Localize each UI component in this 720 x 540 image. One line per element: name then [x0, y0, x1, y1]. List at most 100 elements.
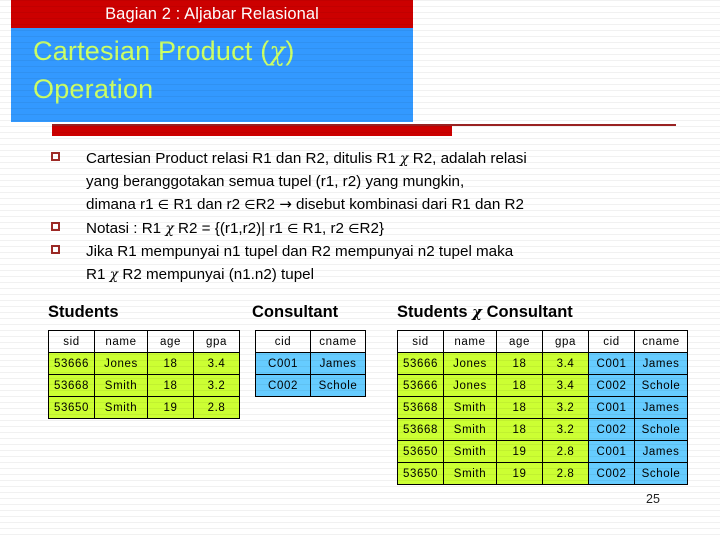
text-run: Notasi : R1 — [86, 219, 166, 237]
text-run: R2 = {(r1,r2)| r1 — [173, 219, 288, 237]
column-header-cid: cid — [588, 330, 635, 353]
chi-icon: χ — [165, 220, 174, 237]
column-header-cname: cname — [634, 330, 688, 353]
table-cell: James — [634, 352, 688, 375]
table-cell: 53666 — [48, 352, 95, 375]
table-cell: 19 — [496, 440, 543, 463]
consultant-table-caption: Consultant — [252, 303, 339, 321]
table-cell: Smith — [443, 462, 497, 485]
page-number: 25 — [646, 492, 660, 506]
section-header-bar: Bagian 2 : Aljabar Relasional — [11, 0, 413, 28]
element-of-icon: ∈ — [287, 221, 299, 237]
arrow-right-icon: → — [279, 195, 292, 213]
product-table-caption: Students χ Consultant — [397, 303, 573, 322]
table-cell: C002 — [588, 462, 635, 485]
bullet-square-icon — [51, 152, 60, 161]
column-header-age: age — [147, 330, 194, 353]
table-cell: 19 — [496, 462, 543, 485]
table-row: 53666 Jones 18 3.4 — [48, 352, 240, 375]
text-run: disebut kombinasi dari R1 dan R2 — [291, 196, 524, 213]
text-run: R1 — [86, 265, 110, 283]
table-cell: 18 — [496, 418, 543, 441]
table-cell: 53668 — [397, 418, 444, 441]
column-header-age: age — [496, 330, 543, 353]
text-run: yang beranggotakan semua tupel (r1, r2) … — [86, 172, 465, 190]
column-header-name: name — [94, 330, 148, 353]
table-cell: 3.4 — [542, 374, 589, 397]
column-header-cid: cid — [255, 330, 311, 353]
element-of-icon: ∈ — [157, 198, 170, 213]
table-cell: Smith — [443, 418, 497, 441]
table-header-row: cid cname — [255, 330, 366, 353]
table-cell: C001 — [588, 396, 635, 419]
table-row: 53668 Smith 18 3.2 C002 Schole — [397, 418, 688, 441]
table-cell: 3.4 — [193, 352, 240, 375]
table-cell: 53650 — [48, 396, 95, 419]
table-cell: 18 — [496, 374, 543, 397]
bullet-item: Jika R1 mempunyai n1 tupel dan R2 mempun… — [48, 241, 694, 286]
table-row: 53650 Smith 19 2.8 — [48, 396, 240, 419]
page-title-line1-end: ) — [285, 36, 295, 66]
table-header-row: sid name age gpa cid cname — [397, 330, 688, 353]
table-cell: 3.2 — [193, 374, 240, 397]
chi-icon: χ — [472, 303, 483, 321]
table-cell: Schole — [634, 374, 688, 397]
column-header-gpa: gpa — [193, 330, 240, 353]
bullet-list: Cartesian Product relasi R1 dan R2, ditu… — [48, 148, 694, 286]
table-cell: Schole — [310, 374, 366, 397]
chi-icon: χ — [109, 266, 119, 283]
product-caption-right: Consultant — [482, 303, 573, 321]
table-cell: Schole — [634, 462, 688, 485]
table-cell: 53650 — [397, 462, 444, 485]
column-header-gpa: gpa — [542, 330, 589, 353]
table-cell: 3.2 — [542, 418, 589, 441]
section-header-text: Bagian 2 : Aljabar Relasional — [105, 5, 319, 23]
table-cell: 3.2 — [542, 396, 589, 419]
students-table: sid name age gpa 53666 Jones 18 3.4 53668 Smith 1… — [48, 330, 240, 419]
column-header-sid: sid — [397, 330, 444, 353]
bullet-square-icon — [51, 245, 60, 254]
table-cell: 18 — [496, 352, 543, 375]
table-cell: C002 — [588, 374, 635, 397]
table-cell: 2.8 — [542, 462, 589, 485]
table-row: C001 James — [255, 352, 366, 375]
text-run: R1, r2 — [298, 219, 349, 237]
students-table-caption: Students — [48, 303, 119, 321]
text-run: R2 mempunyai (n1.n2) tupel — [118, 265, 314, 283]
table-cell: 2.8 — [193, 396, 240, 419]
table-cell: 2.8 — [542, 440, 589, 463]
table-cell: Jones — [94, 352, 148, 375]
table-cell: C002 — [588, 418, 635, 441]
table-cell: Smith — [94, 374, 148, 397]
table-cell: Smith — [94, 396, 148, 419]
slide-canvas: Bagian 2 : Aljabar Relasional Cartesian … — [0, 0, 720, 540]
table-cell: 18 — [496, 396, 543, 419]
bullet-text: Cartesian Product relasi R1 dan R2, ditu… — [86, 150, 527, 213]
text-run: dimana r1 — [86, 196, 158, 213]
product-table: sid name age gpa cid cname 53666 Jones 18 3.4 C00… — [397, 330, 688, 485]
element-of-icon: ∈ — [348, 221, 360, 237]
table-cell: C001 — [588, 352, 635, 375]
table-cell: C002 — [255, 374, 311, 397]
table-row: 53666 Jones 18 3.4 C001 James — [397, 352, 688, 375]
text-run: Jika R1 mempunyai n1 tupel dan R2 mempun… — [86, 243, 514, 260]
table-cell: Jones — [443, 374, 497, 397]
text-run: R2, adalah relasi — [408, 150, 527, 167]
bullet-item: Cartesian Product relasi R1 dan R2, ditu… — [48, 148, 694, 218]
chi-icon: χ — [269, 37, 286, 67]
bullet-text: Notasi : R1 χ R2 = {(r1,r2)| r1 ∈ R1, r2… — [86, 220, 384, 237]
table-cell: James — [310, 352, 366, 375]
table-header-row: sid name age gpa — [48, 330, 240, 353]
table-cell: 53650 — [397, 440, 444, 463]
table-cell: Smith — [443, 440, 497, 463]
table-cell: 53666 — [397, 374, 444, 397]
text-run: R2} — [359, 219, 385, 237]
slide-title-block: Cartesian Product (χ) Operation — [11, 28, 413, 122]
divider-thick-bar — [52, 126, 452, 136]
table-cell: 53668 — [397, 396, 444, 419]
bullet-square-icon — [51, 221, 60, 231]
table-cell: James — [634, 440, 688, 463]
table-cell: Jones — [443, 352, 497, 375]
page-title-line2: Operation — [33, 74, 154, 104]
table-cell: C001 — [255, 352, 311, 375]
